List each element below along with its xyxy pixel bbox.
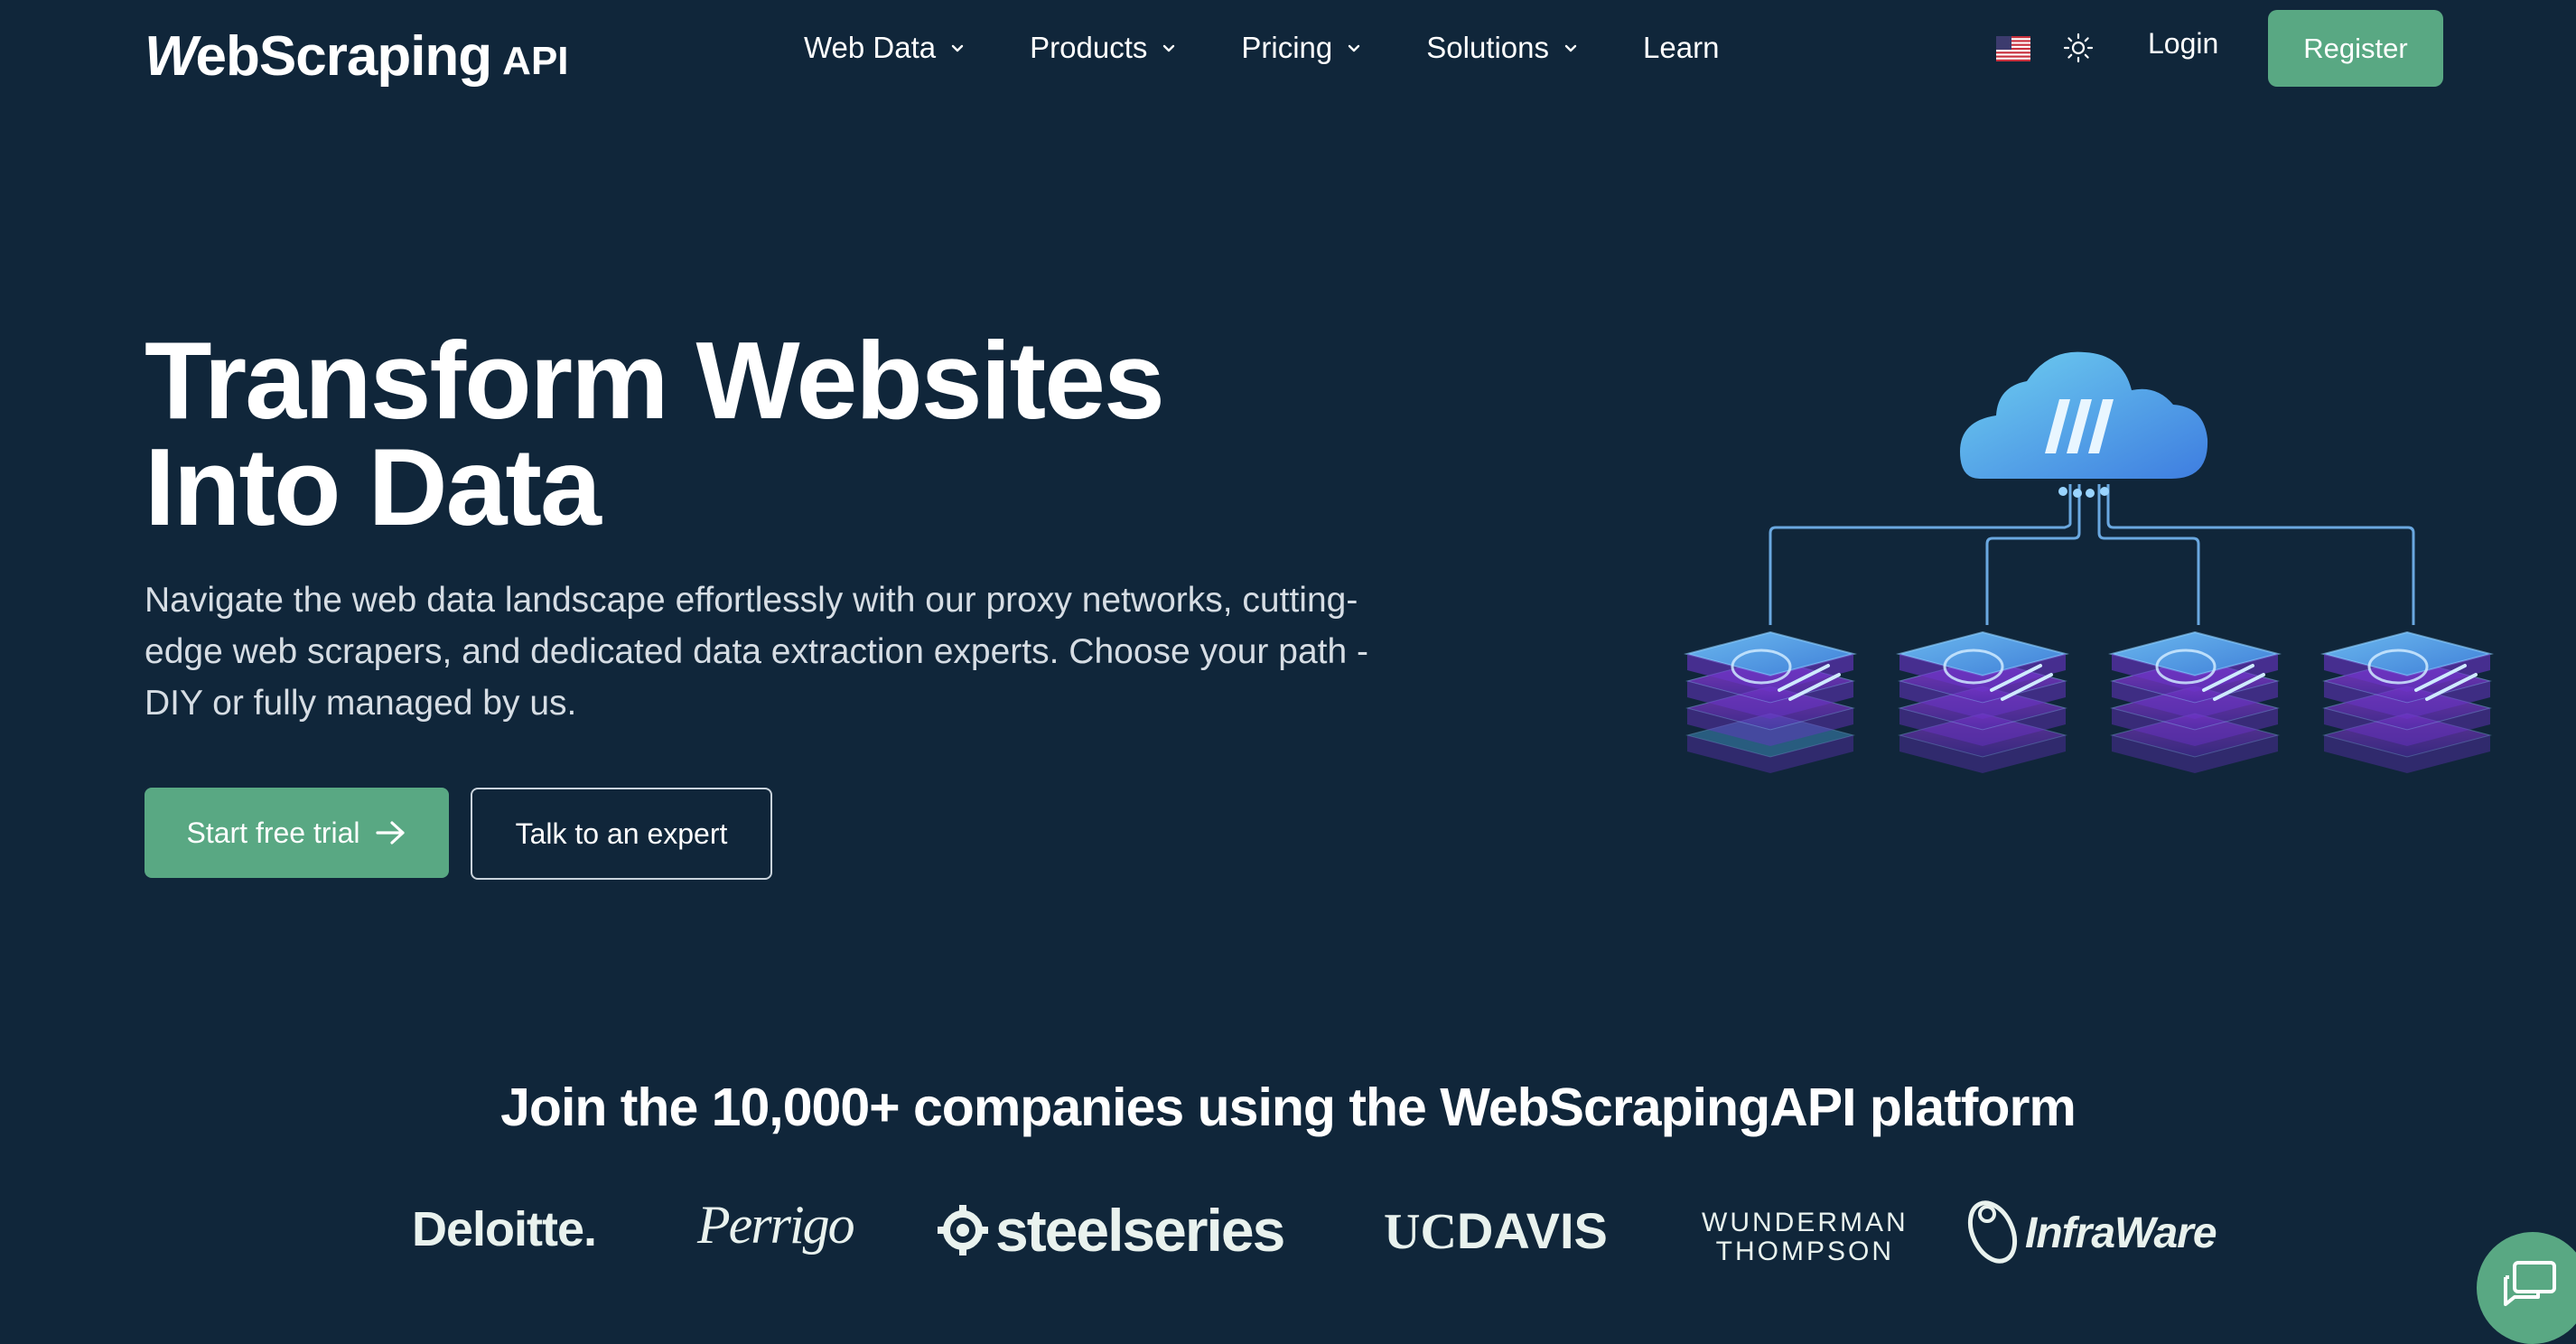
cloud-logo-icon [1960, 351, 2208, 498]
nav-item-label: Web Data [804, 31, 937, 64]
server-stack [2320, 630, 2494, 773]
nav-item-label: Pricing [1241, 31, 1333, 64]
wunderman-line: WUNDERMAN [1702, 1208, 1909, 1237]
site-logo[interactable]: W ebScraping API [145, 16, 569, 85]
steelseries-logo: steelseries [936, 1196, 1285, 1265]
main-nav: Web Data Products Pricing Solutions Lear… [804, 23, 1719, 72]
hero-title-line: Into Data [145, 425, 602, 548]
nav-item-label: Solutions [1426, 31, 1550, 64]
nav-item-learn[interactable]: Learn [1643, 31, 1719, 65]
button-label: Start free trial [186, 816, 360, 849]
hero-title-line: Transform Websites [145, 319, 1165, 442]
chat-bubble-icon [2504, 1261, 2556, 1306]
nav-item-label: Learn [1643, 31, 1720, 64]
deloitte-logo: Deloitte. [412, 1202, 597, 1256]
login-link[interactable]: Login [2148, 27, 2218, 61]
infraware-text: InfraWare [2025, 1209, 2217, 1257]
hero-illustration [1684, 351, 2494, 773]
companies-heading: Join the 10,000+ companies using the Web… [500, 1078, 2077, 1137]
ucdavis-logo: UCDAVIS [1384, 1201, 1608, 1261]
talk-to-expert-button[interactable]: Talk to an expert [471, 788, 772, 880]
chevron-down-icon [951, 44, 964, 52]
start-free-trial-button[interactable]: Start free trial [145, 788, 449, 878]
hero-subtitle: Navigate the web data landscape effortle… [145, 581, 1368, 723]
wunderman-thompson-logo: WUNDERMAN THOMPSON [1702, 1209, 1909, 1266]
logo-mark: W [145, 25, 198, 88]
arrow-right-icon [375, 821, 405, 845]
nav-item-products[interactable]: Products [1030, 31, 1178, 65]
infraware-logo: InfraWare [1962, 1192, 2217, 1274]
chat-widget-button[interactable] [2477, 1232, 2576, 1344]
us-flag-icon[interactable] [1996, 36, 2030, 61]
nav-item-web-data[interactable]: Web Data [804, 31, 966, 65]
nav-item-label: Products [1030, 31, 1148, 64]
sun-icon[interactable] [2063, 33, 2094, 63]
nav-item-pricing[interactable]: Pricing [1241, 31, 1363, 65]
steelseries-mark-icon [938, 1205, 988, 1255]
thompson-line: THOMPSON [1715, 1237, 1894, 1266]
nav-item-solutions[interactable]: Solutions [1426, 31, 1580, 65]
logo-text: ebScraping [195, 25, 493, 88]
hero-title: Transform Websites Into Data [145, 319, 1319, 548]
infraware-mark-icon [1967, 1200, 2018, 1264]
server-stack [1896, 630, 2069, 773]
ucdavis-uc-text: UC [1384, 1204, 1457, 1260]
server-stack [2108, 630, 2282, 773]
chevron-down-icon [1349, 44, 1360, 52]
perrigo-logo: Perrigo [697, 1195, 855, 1255]
register-button[interactable]: Register [2268, 10, 2443, 87]
logo-api-text: API [502, 39, 569, 83]
steelseries-text: steelseries [995, 1197, 1285, 1264]
chevron-down-icon [1163, 44, 1175, 52]
ucdavis-davis-text: DAVIS [1456, 1202, 1608, 1259]
chevron-down-icon [1564, 44, 1577, 52]
server-stack [1684, 630, 1857, 773]
